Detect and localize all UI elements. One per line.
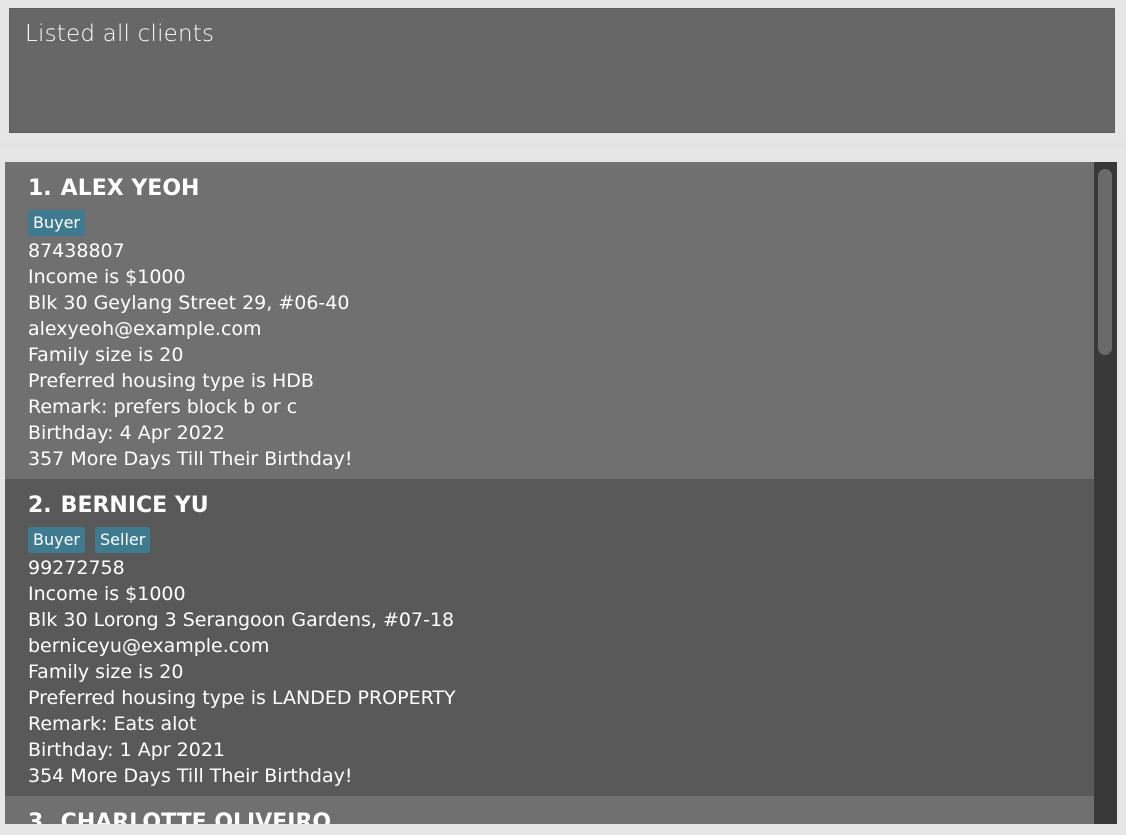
client-address: Blk 30 Lorong 3 Serangoon Gardens, #07-1… — [28, 609, 455, 631]
client-title: 1. ALEX YEOH — [28, 174, 1094, 204]
client-title: 2. BERNICE YU — [28, 491, 1094, 521]
client-list-panel: 1. ALEX YEOH Buyer 87438807 Income is $10… — [5, 162, 1117, 824]
tag-list: Buyer Seller — [28, 525, 1094, 555]
client-index: 3. — [28, 810, 52, 824]
client-phone: 87438807 — [28, 240, 125, 262]
scrollbar-thumb[interactable] — [1098, 169, 1112, 355]
client-index: 2. — [28, 493, 52, 518]
client-card[interactable]: 2. BERNICE YU Buyer Seller 99272758 Incom… — [5, 479, 1094, 796]
result-display: Listed all clients — [9, 8, 1115, 133]
client-housing-type: Preferred housing type is HDB — [28, 370, 314, 392]
client-birthday: Birthday: 4 Apr 2022 — [28, 422, 226, 444]
client-birthday-countdown: 354 More Days Till Their Birthday! — [28, 765, 353, 787]
tag-list: Buyer — [28, 208, 1094, 238]
client-name: BERNICE YU — [60, 493, 209, 518]
client-remark: Remark: prefers block b or c — [28, 396, 298, 418]
client-name: CHARLOTTE OLIVEIRO — [60, 810, 332, 824]
client-list[interactable]: 1. ALEX YEOH Buyer 87438807 Income is $10… — [5, 162, 1094, 824]
client-email: alexyeoh@example.com — [28, 318, 262, 340]
client-index: 1. — [28, 176, 52, 201]
client-housing-type: Preferred housing type is LANDED PROPERT… — [28, 687, 456, 709]
client-income: Income is $1000 — [28, 583, 186, 605]
client-birthday: Birthday: 1 Apr 2021 — [28, 739, 226, 761]
client-card[interactable]: 3. CHARLOTTE OLIVEIRO — [5, 796, 1094, 824]
tag-badge: Buyer — [28, 210, 86, 236]
vertical-scrollbar[interactable] — [1094, 162, 1117, 824]
client-phone: 99272758 — [28, 557, 125, 579]
client-family-size: Family size is 20 — [28, 661, 184, 683]
client-name: ALEX YEOH — [60, 176, 200, 201]
client-address: Blk 30 Geylang Street 29, #06-40 — [28, 292, 350, 314]
client-birthday-countdown: 357 More Days Till Their Birthday! — [28, 448, 353, 470]
client-remark: Remark: Eats alot — [28, 713, 197, 735]
tag-badge: Buyer — [28, 527, 86, 553]
client-income: Income is $1000 — [28, 266, 186, 288]
client-title: 3. CHARLOTTE OLIVEIRO — [28, 808, 1094, 824]
tag-badge: Seller — [95, 527, 151, 553]
divider — [0, 142, 1126, 148]
client-email: berniceyu@example.com — [28, 635, 270, 657]
client-family-size: Family size is 20 — [28, 344, 184, 366]
result-message: Listed all clients — [25, 21, 215, 47]
client-card[interactable]: 1. ALEX YEOH Buyer 87438807 Income is $10… — [5, 162, 1094, 479]
